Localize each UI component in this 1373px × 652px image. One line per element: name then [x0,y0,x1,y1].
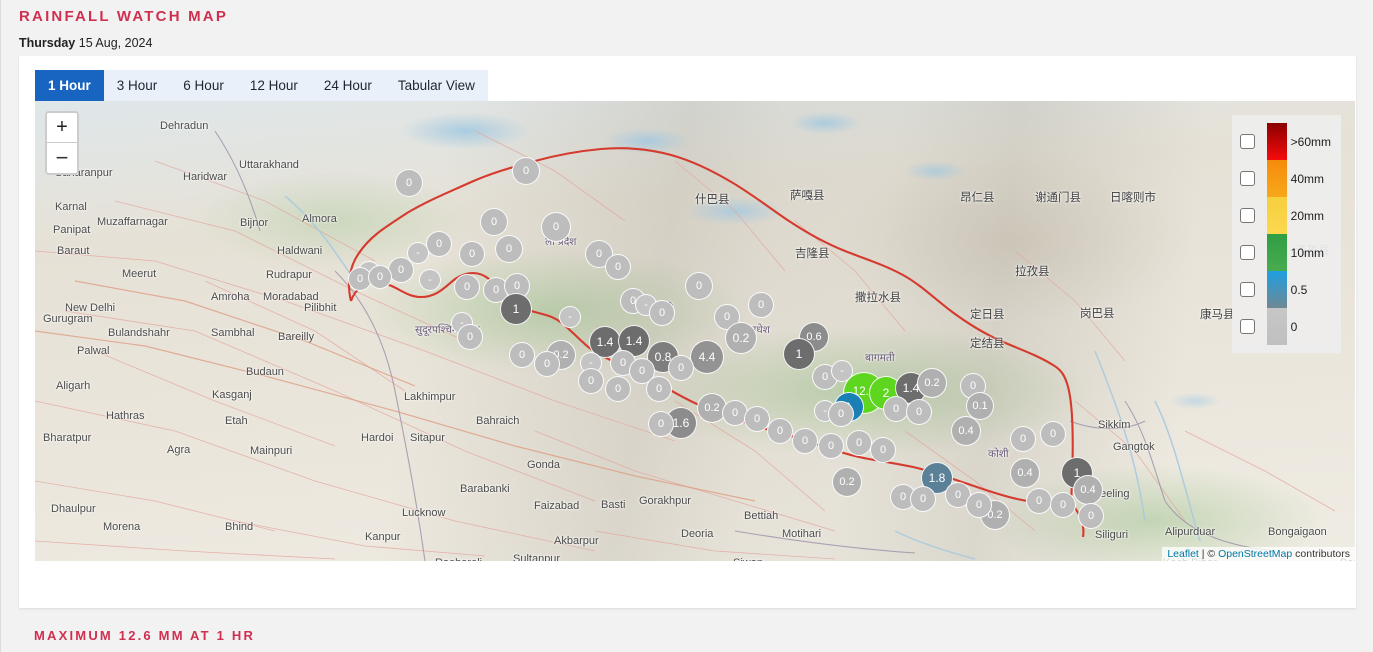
rainfall-marker[interactable]: 0 [668,355,694,381]
rainfall-marker[interactable]: 0 [426,231,452,257]
tab-1-hour[interactable]: 1 Hour [35,70,104,101]
rainfall-marker[interactable]: 0 [685,272,713,300]
rainfall-marker[interactable]: 0 [792,428,818,454]
legend-color-swatch [1267,271,1287,308]
rainfall-marker[interactable]: 0 [495,235,523,263]
rainfall-marker[interactable]: 0 [1026,488,1052,514]
attribution-separator: | © [1199,548,1218,560]
legend-color-swatch [1267,160,1287,197]
date-line: Thursday 15 Aug, 2024 [19,36,152,50]
legend-color-swatch [1267,197,1287,234]
rainfall-marker[interactable]: 4.4 [690,340,724,374]
legend-checkbox[interactable] [1240,208,1255,223]
rainfall-marker[interactable]: 0 [480,208,508,236]
rainfall-marker[interactable]: 0 [828,401,854,427]
tab-6-hour[interactable]: 6 Hour [170,70,237,101]
rainfall-marker[interactable]: 0.4 [951,416,981,446]
rainfall-marker[interactable]: 0 [966,492,992,518]
rainfall-watch-page: RAINFALL WATCH MAP Thursday 15 Aug, 2024… [0,0,1373,652]
rainfall-marker[interactable]: 0 [649,300,675,326]
rainfall-marker[interactable]: 0 [457,324,483,350]
rainfall-marker[interactable]: 0 [395,169,423,197]
rainfall-map[interactable]: DehradunSaharanpurHaridwarAlmoraKarnalMu… [35,101,1355,561]
legend-color-swatch [1267,234,1287,271]
legend-label: 20mm [1291,209,1324,223]
legend-row[interactable]: 10mm [1240,234,1331,271]
rainfall-marker[interactable]: 0 [1010,426,1036,452]
legend-row[interactable]: >60mm [1240,123,1331,160]
tab-tabular-view[interactable]: Tabular View [385,70,488,101]
rainfall-marker[interactable]: 0 [767,418,793,444]
maximum-rainfall-text: MAXIMUM 12.6 MM AT 1 HR [34,628,255,643]
page-title: RAINFALL WATCH MAP [19,8,228,25]
rainfall-marker[interactable]: 0 [509,342,535,368]
legend-label: >60mm [1291,135,1331,149]
rainfall-marker[interactable]: 0 [646,376,672,402]
rainfall-marker[interactable]: 0 [906,399,932,425]
legend-checkbox[interactable] [1240,134,1255,149]
rainfall-marker[interactable]: 0 [605,254,631,280]
date-day-of-week: Thursday [19,36,75,50]
rainfall-marker[interactable]: 1 [783,338,815,370]
legend-color-swatch [1267,308,1287,345]
legend-row[interactable]: 0.5 [1240,271,1331,308]
rainfall-marker[interactable]: 0.2 [917,368,947,398]
rainfall-marker[interactable]: 0 [870,437,896,463]
attribution-suffix: contributors [1292,548,1350,560]
rainfall-marker[interactable]: 0 [818,433,844,459]
legend-row[interactable]: 40mm [1240,160,1331,197]
legend-label: 40mm [1291,172,1324,186]
rainfall-marker[interactable]: 0 [541,212,571,242]
legend-label: 0 [1291,320,1298,334]
leaflet-link[interactable]: Leaflet [1167,548,1199,560]
openstreetmap-link[interactable]: OpenStreetMap [1218,548,1292,560]
map-attribution: Leaflet | © OpenStreetMap contributors [1162,547,1355,561]
zoom-control[interactable]: + − [45,111,79,175]
rainfall-marker[interactable]: 0 [578,368,604,394]
tab-24-hour[interactable]: 24 Hour [311,70,385,101]
rainfall-legend[interactable]: >60mm 40mm 20mm 10mm 0.5 0 [1232,115,1341,353]
tab-12-hour[interactable]: 12 Hour [237,70,311,101]
tab-3-hour[interactable]: 3 Hour [104,70,171,101]
legend-checkbox[interactable] [1240,171,1255,186]
rainfall-marker[interactable]: 0 [748,292,774,318]
rainfall-marker[interactable]: 0 [512,157,540,185]
zoom-in-button[interactable]: + [47,113,77,143]
legend-label: 0.5 [1291,283,1308,297]
rainfall-marker[interactable]: 0 [910,486,936,512]
rainfall-marker[interactable]: 0 [1040,421,1066,447]
rainfall-marker[interactable]: 0.4 [1010,458,1040,488]
rainfall-marker[interactable]: 0 [368,265,392,289]
rainfall-marker[interactable]: 0 [459,241,485,267]
rainfall-marker[interactable]: 0 [605,376,631,402]
rainfall-marker[interactable]: - [419,269,441,291]
map-card: 1 Hour3 Hour6 Hour12 Hour24 HourTabular … [19,56,1356,608]
rainfall-marker[interactable]: 0 [1078,503,1104,529]
rainfall-marker[interactable]: 0 [648,411,674,437]
legend-row[interactable]: 0 [1240,308,1331,345]
legend-checkbox[interactable] [1240,245,1255,260]
rainfall-marker[interactable]: 0.2 [725,322,757,354]
rainfall-marker[interactable]: 0 [883,396,909,422]
interval-tabbar: 1 Hour3 Hour6 Hour12 Hour24 HourTabular … [35,70,488,101]
date-value: 15 Aug, 2024 [79,36,153,50]
map-canvas[interactable]: DehradunSaharanpurHaridwarAlmoraKarnalMu… [35,101,1355,561]
rainfall-marker[interactable]: 0 [846,430,872,456]
zoom-out-button[interactable]: − [47,143,77,173]
rainfall-marker[interactable]: 0.2 [832,467,862,497]
legend-color-swatch [1267,123,1287,160]
rainfall-marker[interactable]: 0 [388,257,414,283]
rainfall-marker[interactable]: 0 [744,406,770,432]
rainfall-marker[interactable]: 0.4 [1073,475,1103,505]
rainfall-marker[interactable]: 1 [500,293,532,325]
legend-checkbox[interactable] [1240,282,1255,297]
legend-checkbox[interactable] [1240,319,1255,334]
rainfall-marker[interactable]: 0 [534,351,560,377]
map-vector-layer [35,101,1355,561]
legend-label: 10mm [1291,246,1324,260]
legend-row[interactable]: 20mm [1240,197,1331,234]
rainfall-marker[interactable]: 0 [1050,492,1076,518]
rainfall-marker[interactable]: 0 [454,274,480,300]
rainfall-marker[interactable]: - [559,306,581,328]
